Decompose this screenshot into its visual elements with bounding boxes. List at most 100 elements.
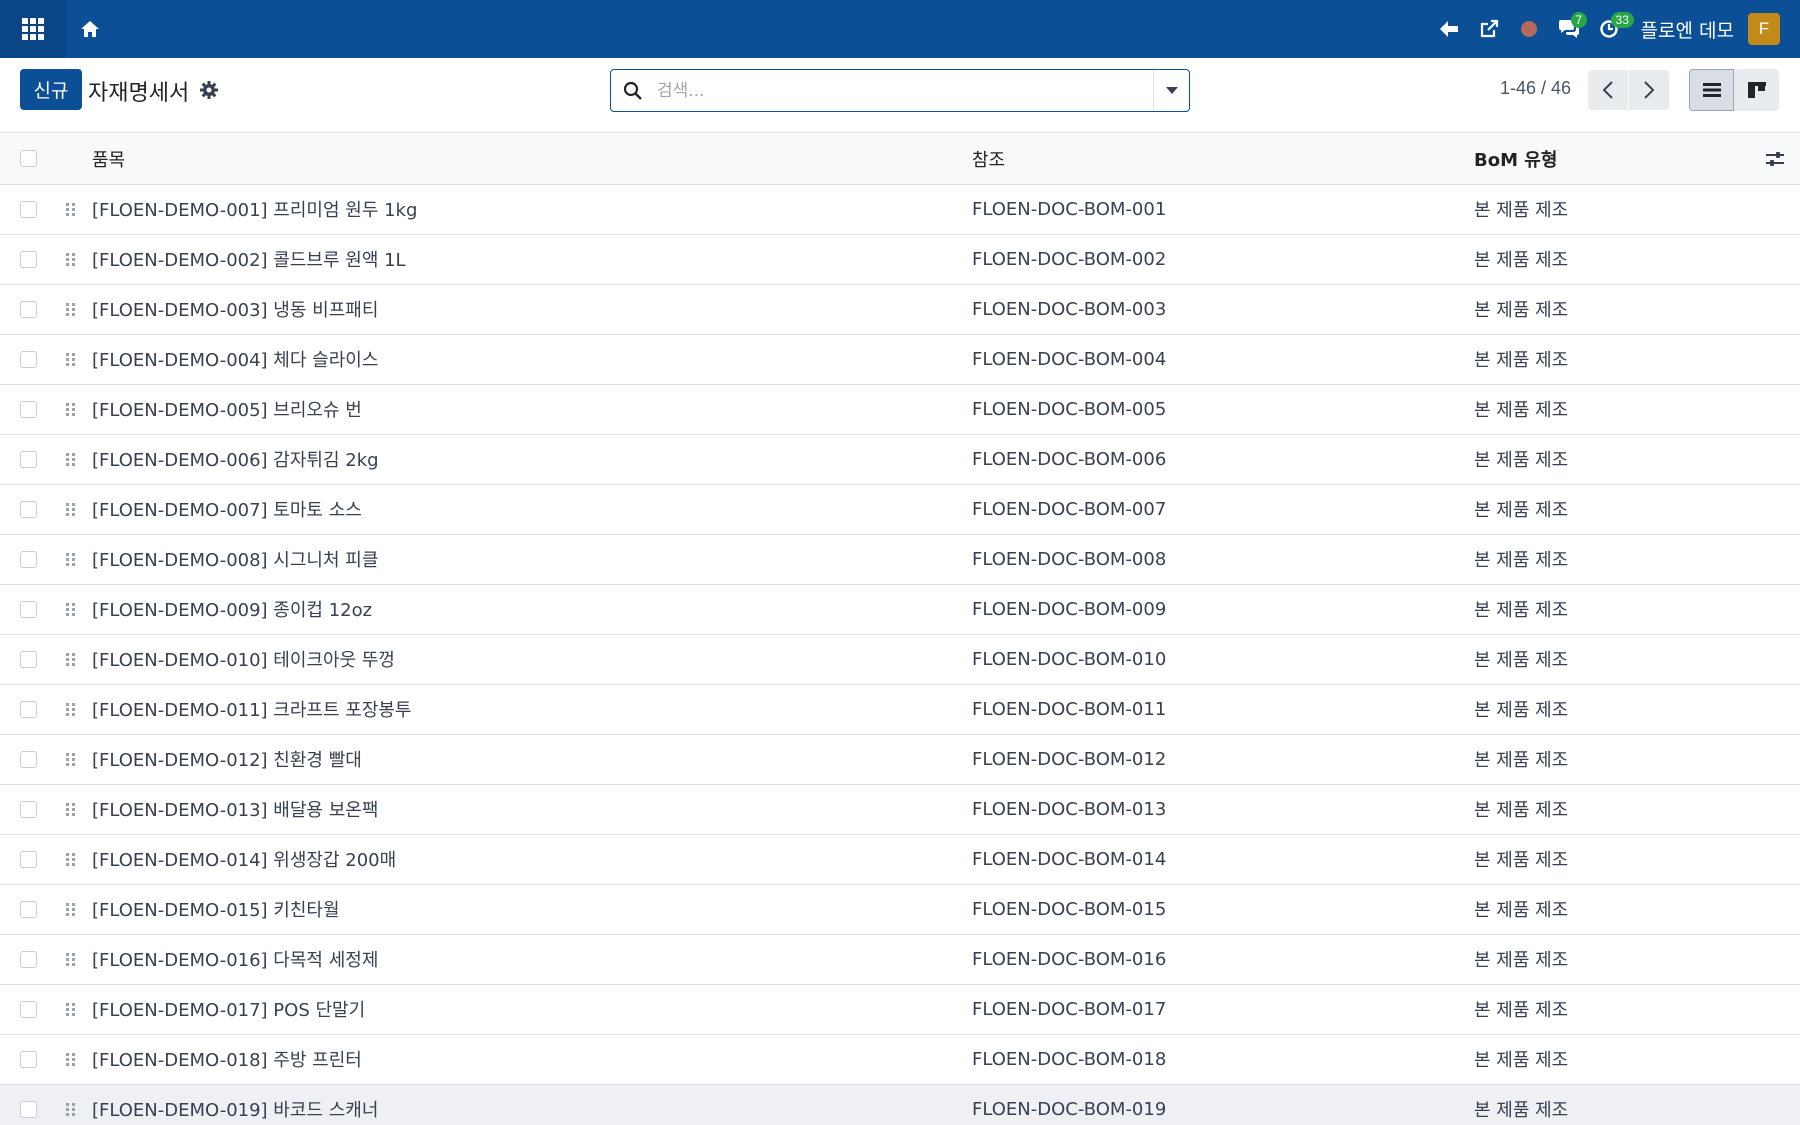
activity-menu[interactable]: 33 <box>1589 0 1634 58</box>
table-row[interactable]: [FLOEN-DEMO-006] 감자튀김 2kg FLOEN-DOC-BOM-0… <box>0 434 1800 484</box>
table-row[interactable]: [FLOEN-DEMO-007] 토마토 소스 FLOEN-DOC-BOM-007… <box>0 484 1800 534</box>
reference-cell[interactable]: FLOEN-DOC-BOM-012 <box>972 734 1474 784</box>
row-checkbox[interactable] <box>20 850 37 868</box>
drag-handle-icon[interactable] <box>66 302 75 316</box>
table-row[interactable]: [FLOEN-DEMO-003] 냉동 비프패티 FLOEN-DOC-BOM-00… <box>0 284 1800 334</box>
product-cell[interactable]: [FLOEN-DEMO-013] 배달용 보온팩 <box>92 784 972 834</box>
drag-handle-icon[interactable] <box>66 802 75 816</box>
kanban-view-button[interactable] <box>1734 69 1779 111</box>
reference-cell[interactable]: FLOEN-DOC-BOM-009 <box>972 584 1474 634</box>
product-cell[interactable]: [FLOEN-DEMO-004] 체다 슬라이스 <box>92 334 972 384</box>
bom-type-cell[interactable]: 본 제품 제조 <box>1474 384 1750 434</box>
drag-handle-icon[interactable] <box>66 902 75 916</box>
back-button[interactable] <box>1429 0 1469 58</box>
drag-handle-icon[interactable] <box>66 352 75 366</box>
table-row[interactable]: [FLOEN-DEMO-014] 위생장갑 200매 FLOEN-DOC-BOM-… <box>0 834 1800 884</box>
product-cell[interactable]: [FLOEN-DEMO-017] POS 단말기 <box>92 984 972 1034</box>
row-checkbox[interactable] <box>20 950 37 968</box>
bom-type-cell[interactable]: 본 제품 제조 <box>1474 784 1750 834</box>
table-row[interactable]: [FLOEN-DEMO-019] 바코드 스캐너 FLOEN-DOC-BOM-01… <box>0 1084 1800 1125</box>
bom-type-cell[interactable]: 본 제품 제조 <box>1474 984 1750 1034</box>
apps-menu-button[interactable] <box>0 0 66 58</box>
column-header-reference[interactable]: 참조 <box>972 134 1474 185</box>
bom-type-cell[interactable]: 본 제품 제조 <box>1474 434 1750 484</box>
gear-icon[interactable] <box>199 80 219 100</box>
drag-handle-icon[interactable] <box>66 852 75 866</box>
open-external-button[interactable] <box>1469 0 1509 58</box>
new-button[interactable]: 신규 <box>20 69 82 110</box>
row-checkbox[interactable] <box>20 200 37 218</box>
product-cell[interactable]: [FLOEN-DEMO-008] 시그니처 피클 <box>92 534 972 584</box>
drag-handle-icon[interactable] <box>66 752 75 766</box>
reference-cell[interactable]: FLOEN-DOC-BOM-005 <box>972 384 1474 434</box>
drag-handle-icon[interactable] <box>66 1102 75 1116</box>
product-cell[interactable]: [FLOEN-DEMO-003] 냉동 비프패티 <box>92 284 972 334</box>
row-checkbox[interactable] <box>20 300 37 318</box>
drag-handle-icon[interactable] <box>66 502 75 516</box>
bom-type-cell[interactable]: 본 제품 제조 <box>1474 684 1750 734</box>
drag-handle-icon[interactable] <box>66 652 75 666</box>
drag-handle-icon[interactable] <box>66 1052 75 1066</box>
table-row[interactable]: [FLOEN-DEMO-009] 종이컵 12oz FLOEN-DOC-BOM-0… <box>0 584 1800 634</box>
product-cell[interactable]: [FLOEN-DEMO-018] 주방 프린터 <box>92 1034 972 1084</box>
reference-cell[interactable]: FLOEN-DOC-BOM-013 <box>972 784 1474 834</box>
product-cell[interactable]: [FLOEN-DEMO-001] 프리미엄 원두 1kg <box>92 184 972 234</box>
column-header-product[interactable]: 품목 <box>92 134 972 185</box>
pager-value[interactable]: 1-46 / 46 <box>1500 78 1571 99</box>
row-checkbox[interactable] <box>20 1100 37 1118</box>
select-all-checkbox[interactable] <box>20 150 37 168</box>
product-cell[interactable]: [FLOEN-DEMO-016] 다목적 세정제 <box>92 934 972 984</box>
bom-type-cell[interactable]: 본 제품 제조 <box>1474 1034 1750 1084</box>
search-options-toggle[interactable] <box>1153 70 1189 111</box>
row-checkbox[interactable] <box>20 550 37 568</box>
bom-type-cell[interactable]: 본 제품 제조 <box>1474 534 1750 584</box>
drag-handle-icon[interactable] <box>66 202 75 216</box>
pager-next-button[interactable] <box>1629 70 1669 110</box>
drag-handle-icon[interactable] <box>66 702 75 716</box>
bom-type-cell[interactable]: 본 제품 제조 <box>1474 1084 1750 1125</box>
row-checkbox[interactable] <box>20 1000 37 1018</box>
reference-cell[interactable]: FLOEN-DOC-BOM-001 <box>972 184 1474 234</box>
table-row[interactable]: [FLOEN-DEMO-012] 친환경 빨대 FLOEN-DOC-BOM-012… <box>0 734 1800 784</box>
reference-cell[interactable]: FLOEN-DOC-BOM-007 <box>972 484 1474 534</box>
table-row[interactable]: [FLOEN-DEMO-010] 테이크아웃 뚜껑 FLOEN-DOC-BOM-0… <box>0 634 1800 684</box>
reference-cell[interactable]: FLOEN-DOC-BOM-016 <box>972 934 1474 984</box>
table-row[interactable]: [FLOEN-DEMO-001] 프리미엄 원두 1kg FLOEN-DOC-BO… <box>0 184 1800 234</box>
product-cell[interactable]: [FLOEN-DEMO-007] 토마토 소스 <box>92 484 972 534</box>
reference-cell[interactable]: FLOEN-DOC-BOM-014 <box>972 834 1474 884</box>
bom-type-cell[interactable]: 본 제품 제조 <box>1474 334 1750 384</box>
pager-previous-button[interactable] <box>1588 70 1628 110</box>
row-checkbox[interactable] <box>20 350 37 368</box>
reference-cell[interactable]: FLOEN-DOC-BOM-018 <box>972 1034 1474 1084</box>
reference-cell[interactable]: FLOEN-DOC-BOM-008 <box>972 534 1474 584</box>
row-checkbox[interactable] <box>20 650 37 668</box>
user-name[interactable]: 플로엔 데모 <box>1641 16 1734 43</box>
row-checkbox[interactable] <box>20 600 37 618</box>
bom-type-cell[interactable]: 본 제품 제조 <box>1474 284 1750 334</box>
product-cell[interactable]: [FLOEN-DEMO-019] 바코드 스캐너 <box>92 1084 972 1125</box>
bom-type-cell[interactable]: 본 제품 제조 <box>1474 234 1750 284</box>
reference-cell[interactable]: FLOEN-DOC-BOM-006 <box>972 434 1474 484</box>
product-cell[interactable]: [FLOEN-DEMO-006] 감자튀김 2kg <box>92 434 972 484</box>
table-row[interactable]: [FLOEN-DEMO-002] 콜드브루 원액 1L FLOEN-DOC-BOM… <box>0 234 1800 284</box>
bom-type-cell[interactable]: 본 제품 제조 <box>1474 734 1750 784</box>
table-row[interactable]: [FLOEN-DEMO-018] 주방 프린터 FLOEN-DOC-BOM-018… <box>0 1034 1800 1084</box>
table-row[interactable]: [FLOEN-DEMO-005] 브리오슈 번 FLOEN-DOC-BOM-005… <box>0 384 1800 434</box>
list-view-button[interactable] <box>1689 69 1734 111</box>
reference-cell[interactable]: FLOEN-DOC-BOM-011 <box>972 684 1474 734</box>
table-row[interactable]: [FLOEN-DEMO-004] 체다 슬라이스 FLOEN-DOC-BOM-00… <box>0 334 1800 384</box>
row-checkbox[interactable] <box>20 900 37 918</box>
bom-type-cell[interactable]: 본 제품 제조 <box>1474 584 1750 634</box>
table-row[interactable]: [FLOEN-DEMO-013] 배달용 보온팩 FLOEN-DOC-BOM-01… <box>0 784 1800 834</box>
messaging-menu[interactable]: 7 <box>1549 0 1589 58</box>
bom-type-cell[interactable]: 본 제품 제조 <box>1474 484 1750 534</box>
drag-handle-icon[interactable] <box>66 252 75 266</box>
home-button[interactable] <box>70 0 110 58</box>
optional-columns-button[interactable] <box>1750 150 1800 168</box>
product-cell[interactable]: [FLOEN-DEMO-015] 키친타월 <box>92 884 972 934</box>
table-row[interactable]: [FLOEN-DEMO-011] 크라프트 포장봉투 FLOEN-DOC-BOM-… <box>0 684 1800 734</box>
reference-cell[interactable]: FLOEN-DOC-BOM-019 <box>972 1084 1474 1125</box>
row-checkbox[interactable] <box>20 1050 37 1068</box>
product-cell[interactable]: [FLOEN-DEMO-010] 테이크아웃 뚜껑 <box>92 634 972 684</box>
reference-cell[interactable]: FLOEN-DOC-BOM-004 <box>972 334 1474 384</box>
